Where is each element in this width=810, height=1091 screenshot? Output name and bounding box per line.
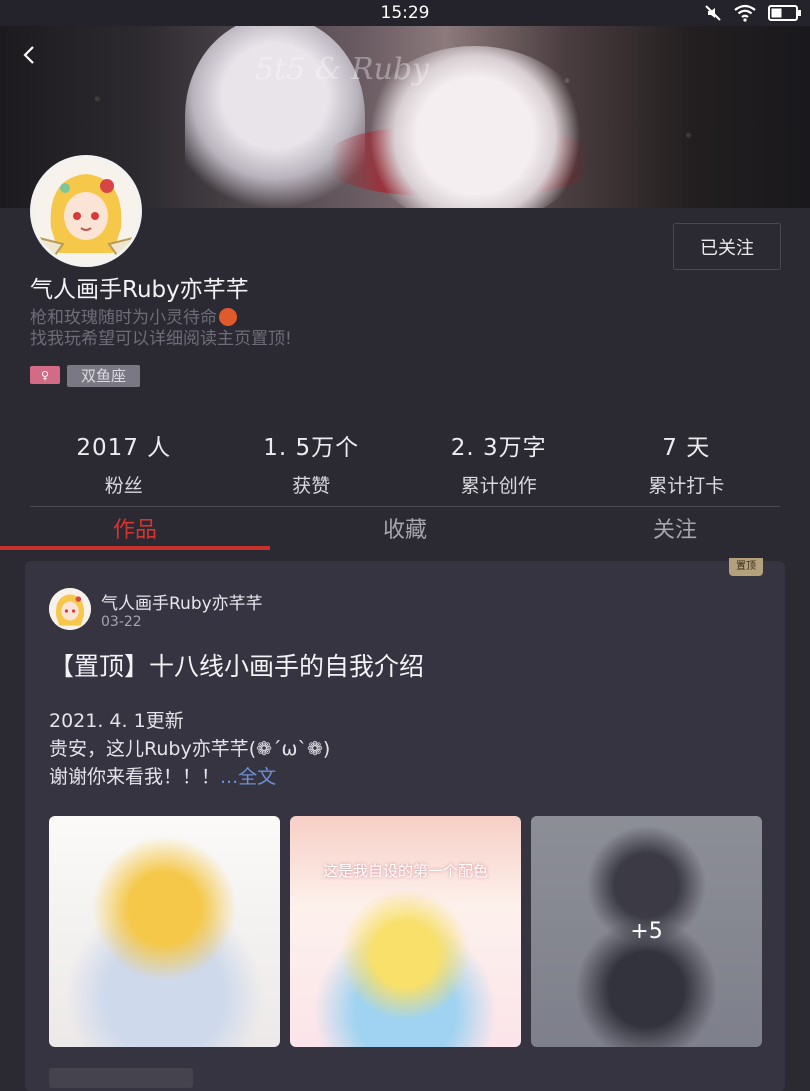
avatar-image [49, 588, 91, 630]
wifi-icon [734, 4, 756, 22]
profile-username: 气人画手Ruby亦芊芊 [30, 277, 249, 303]
avatar-image [33, 158, 139, 264]
battery-icon [768, 5, 801, 21]
post-image-2[interactable]: 这是我自设的第一个配色 [290, 816, 521, 1047]
stat-likes[interactable]: 1. 5万个 获赞 [218, 428, 406, 498]
bio-line-1: 枪和玫瑰随时为小灵待命 [30, 308, 217, 328]
read-more-link[interactable]: 全文 [238, 766, 276, 788]
stat-value: 2017 人 [76, 435, 172, 461]
followed-button[interactable]: 已关注 [673, 223, 781, 270]
mute-icon [705, 5, 721, 21]
rose-icon [219, 308, 237, 326]
profile-stats: 2017 人 粉丝 1. 5万个 获赞 2. 3万字 累计创作 7 天 累计打卡 [30, 428, 780, 498]
zodiac-tag: 双鱼座 [67, 365, 141, 387]
post-ellipsis: ... [220, 766, 239, 788]
post-title[interactable]: 【置顶】十八线小画手的自我介绍 [49, 647, 424, 683]
post-image-3[interactable]: +5 [531, 816, 762, 1047]
stat-words[interactable]: 2. 3万字 累计创作 [405, 428, 593, 498]
post-date: 03-22 [101, 614, 142, 630]
status-time: 15:29 [380, 3, 430, 23]
post-body-line-1: 2021. 4. 1更新 [49, 710, 184, 732]
stat-value: 1. 5万个 [263, 435, 360, 461]
profile-tags: ♀ 双鱼座 [30, 365, 141, 387]
back-button[interactable] [14, 40, 44, 70]
more-images-count: +5 [531, 816, 762, 1047]
post-excerpt: 2021. 4. 1更新 贵安，这儿Ruby亦芊芊(❁´ω`❁) 谢谢你来看我！… [49, 707, 330, 791]
post-body-line-3: 谢谢你来看我！！！ [49, 766, 221, 788]
stat-value: 7 天 [662, 435, 711, 461]
chevron-left-icon [23, 46, 34, 64]
profile-avatar[interactable] [30, 155, 142, 267]
pinned-badge: 置顶 [729, 558, 763, 576]
status-icons [704, 4, 802, 22]
stat-fans[interactable]: 2017 人 粉丝 [30, 428, 218, 498]
pinned-post-card[interactable]: 置顶 气人画手Ruby亦芊芊 03-22 【置顶】十八线小画手的自我介绍 202… [25, 558, 785, 1091]
gender-tag-icon: ♀ [30, 366, 60, 384]
post-body-line-2: 贵安，这儿Ruby亦芊芊(❁´ω`❁) [49, 738, 331, 760]
stat-checkin[interactable]: 7 天 累计打卡 [593, 428, 781, 498]
tabs-divider [30, 506, 780, 507]
stat-label: 累计打卡 [648, 475, 725, 497]
post-topic-chip[interactable] [49, 1068, 193, 1088]
bio-line-2: 找我玩希望可以详细阅读主页置顶! [30, 329, 292, 349]
stat-label: 获赞 [292, 475, 331, 497]
tab-following[interactable]: 关注 [540, 512, 810, 544]
post-author-avatar[interactable] [49, 588, 91, 630]
post-image-1[interactable] [49, 816, 280, 1047]
profile-bio: 枪和玫瑰随时为小灵待命 找我玩希望可以详细阅读主页置顶! [30, 308, 292, 350]
stat-label: 粉丝 [104, 475, 143, 497]
stat-label: 累计创作 [460, 475, 537, 497]
banner-signature: 5t5 & Ruby [255, 52, 430, 87]
active-tab-indicator [0, 546, 270, 550]
post-image-grid: 这是我自设的第一个配色 +5 [49, 816, 762, 1047]
post-author-name[interactable]: 气人画手Ruby亦芊芊 [101, 589, 263, 614]
profile-tabs: 作品 收藏 关注 [0, 506, 810, 550]
status-bar: 15:29 [0, 0, 810, 26]
tab-works[interactable]: 作品 [0, 512, 270, 544]
image-caption: 这是我自设的第一个配色 [322, 862, 488, 880]
tab-favorites[interactable]: 收藏 [270, 512, 540, 544]
stat-value: 2. 3万字 [450, 435, 547, 461]
